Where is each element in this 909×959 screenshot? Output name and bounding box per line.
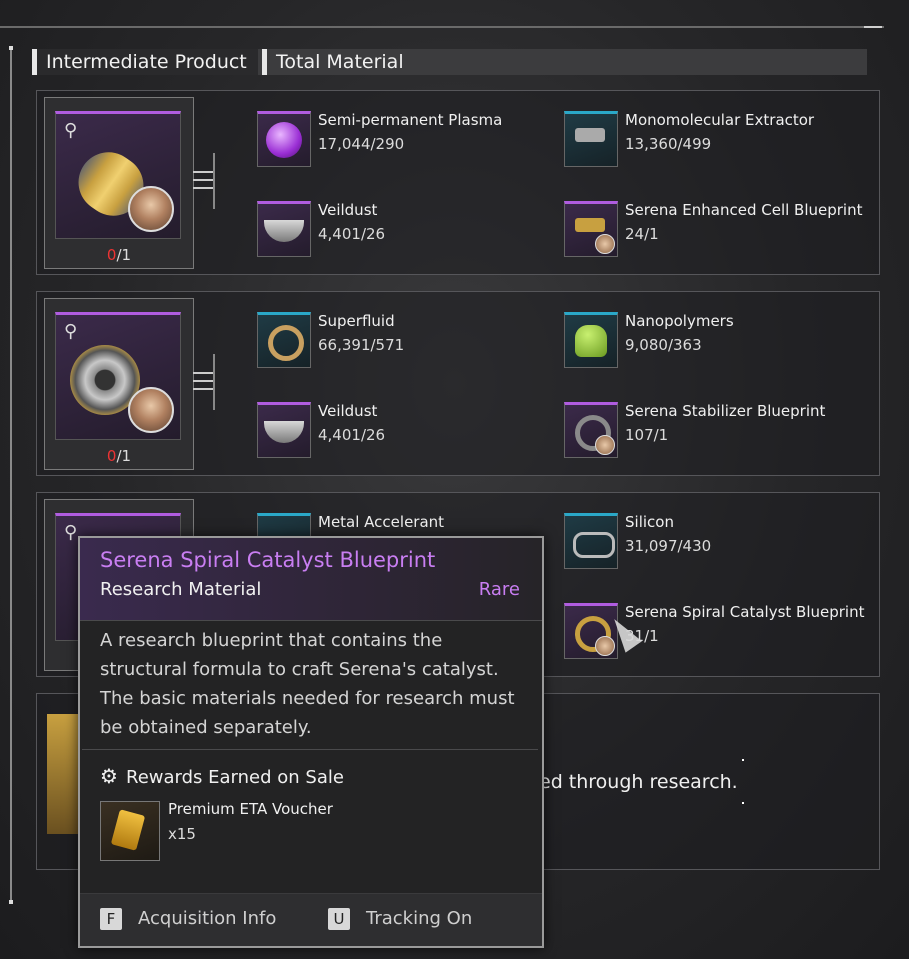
material-name: Serena Enhanced Cell Blueprint xyxy=(625,201,863,219)
product-slot[interactable]: ⚲ 0/1 xyxy=(44,97,194,269)
material-qty: 13,360/499 xyxy=(625,135,712,153)
silicon-icon xyxy=(564,513,618,569)
material-qty: 4,401/26 xyxy=(318,426,386,444)
material-name: Veildust xyxy=(318,402,378,420)
scroll-rail[interactable] xyxy=(9,46,13,904)
item-tooltip: Serena Spiral Catalyst Blueprint Researc… xyxy=(78,536,544,948)
material-name: Silicon xyxy=(625,513,674,531)
serena-avatar xyxy=(128,186,174,232)
product-count: 0/1 xyxy=(106,447,132,465)
tooltip-description: A research blueprint that contains the s… xyxy=(100,630,515,738)
tab-bar: Intermediate Product Total Material xyxy=(32,49,867,75)
serena-avatar xyxy=(128,387,174,433)
material-name: Veildust xyxy=(318,201,378,219)
rewards-heading: ⚙ Rewards Earned on Sale xyxy=(100,764,344,788)
material-name: Serena Spiral Catalyst Blueprint xyxy=(625,603,865,621)
marker-dot xyxy=(742,802,744,804)
veildust-bowl-icon xyxy=(257,402,311,458)
tooltip-title: Serena Spiral Catalyst Blueprint xyxy=(100,548,436,572)
blueprint-icon xyxy=(564,201,618,257)
connector xyxy=(193,354,215,410)
recipe-panel: ⚲ 0/1 Superfluid 66,391/571 Nanopolymers… xyxy=(36,291,880,476)
material-qty: 17,044/290 xyxy=(318,135,405,153)
tracking-toggle-button[interactable]: Tracking On xyxy=(366,908,472,929)
reward-name: Premium ETA Voucher xyxy=(168,800,333,818)
veildust-bowl-icon xyxy=(257,201,311,257)
material-name: Nanopolymers xyxy=(625,312,734,330)
tooltip-divider xyxy=(82,749,538,750)
gear-icon: ⚙ xyxy=(100,764,118,788)
plasma-orb-icon xyxy=(257,111,311,167)
material-name: Serena Stabilizer Blueprint xyxy=(625,402,826,420)
rewards-label: Rewards Earned on Sale xyxy=(126,767,344,788)
material-name: Superfluid xyxy=(318,312,395,330)
product-count: 0/1 xyxy=(106,246,132,264)
product-slot[interactable]: ⚲ 0/1 xyxy=(44,298,194,470)
research-note: ed through research. xyxy=(539,771,738,793)
research-tree-icon: ⚲ xyxy=(64,321,78,342)
material-qty: 24/1 xyxy=(625,225,659,243)
research-tree-icon: ⚲ xyxy=(64,120,78,141)
marker-dot xyxy=(742,759,744,761)
tooltip-header: Serena Spiral Catalyst Blueprint Researc… xyxy=(80,538,542,621)
material-qty: 66,391/571 xyxy=(318,336,405,354)
material-qty: 9,080/363 xyxy=(625,336,702,354)
material-name: Monomolecular Extractor xyxy=(625,111,815,129)
tooltip-rarity: Rare xyxy=(478,579,520,600)
key-u-icon: U xyxy=(328,908,350,930)
material-qty: 31,097/430 xyxy=(625,537,712,555)
connector xyxy=(193,153,215,209)
research-tree-icon: ⚲ xyxy=(64,522,78,543)
material-qty: 4,401/26 xyxy=(318,225,386,243)
tooltip-footer: F Acquisition Info U Tracking On xyxy=(80,893,542,946)
product-frame: ⚲ xyxy=(55,111,181,239)
acquisition-info-button[interactable]: Acquisition Info xyxy=(138,908,276,929)
blueprint-icon xyxy=(564,402,618,458)
top-divider xyxy=(0,26,884,28)
material-name: Semi-permanent Plasma xyxy=(318,111,503,129)
material-qty: 107/1 xyxy=(625,426,669,444)
top-divider-accent xyxy=(864,26,882,28)
nanopolymers-icon xyxy=(564,312,618,368)
reward-qty: x15 xyxy=(168,825,196,843)
tab-total-material[interactable]: Total Material xyxy=(262,49,476,75)
recipe-panel: ⚲ 0/1 Semi-permanent Plasma 17,044/290 M… xyxy=(36,90,880,275)
product-frame: ⚲ xyxy=(55,312,181,440)
extractor-icon xyxy=(564,111,618,167)
tooltip-category: Research Material xyxy=(100,579,262,600)
key-f-icon: F xyxy=(100,908,122,930)
superfluid-icon xyxy=(257,312,311,368)
tab-intermediate-product[interactable]: Intermediate Product xyxy=(32,49,258,75)
voucher-icon xyxy=(100,801,160,861)
material-name: Metal Accelerant xyxy=(318,513,445,531)
